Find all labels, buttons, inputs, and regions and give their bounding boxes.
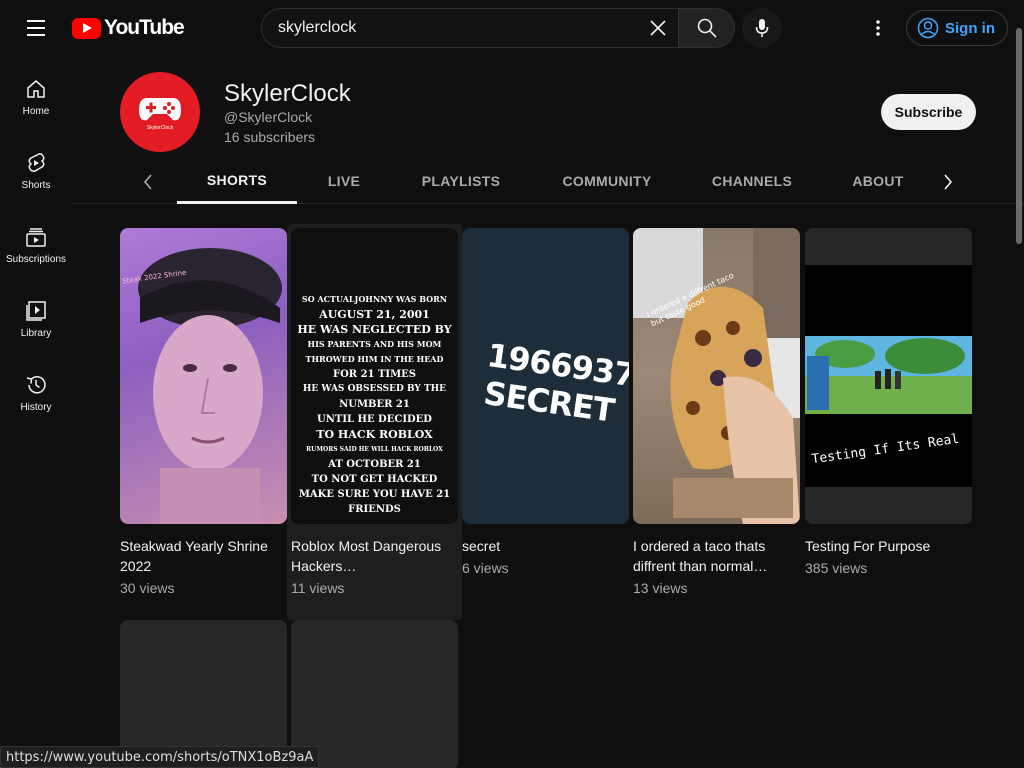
short-views: 6 views <box>462 560 509 576</box>
sidebar-item-subscriptions[interactable]: Subscriptions <box>0 204 72 278</box>
thumbnail-text-line: AUGUST 21, 2001 <box>319 308 430 321</box>
game-scene-illustration <box>805 336 972 414</box>
shorts-icon <box>28 153 45 172</box>
thumbnail-text-line: FRIENDS <box>348 504 401 515</box>
sidebar-item-home[interactable]: Home <box>0 56 72 130</box>
sidebar-item-label: Library <box>20 328 52 339</box>
sidebar-item-library[interactable]: Library <box>0 278 72 352</box>
channel-name: SkylerClock <box>224 80 351 107</box>
short-views: 13 views <box>633 580 688 596</box>
short-title[interactable]: Steakwad Yearly Shrine 2022 <box>120 536 280 576</box>
short-thumbnail[interactable]: SO ACTUALJOHNNY WAS BORN AUGUST 21, 2001 H… <box>291 228 458 524</box>
top-bar: YouTube Sign in <box>0 0 1024 56</box>
sidebar-item-label: Shorts <box>21 180 51 191</box>
thumbnail-text-line: HE WAS OBSESSED BY THE <box>302 384 447 394</box>
channel-avatar[interactable]: SkylerClock <box>120 72 200 152</box>
sidebar: Home Shorts Subscriptions Library Histor… <box>0 56 72 768</box>
face-illustration <box>138 248 282 524</box>
tab-playlists[interactable]: PLAYLISTS <box>405 158 517 204</box>
home-icon <box>27 80 45 98</box>
subscribe-button[interactable]: Subscribe <box>881 94 976 130</box>
sign-in-label: Sign in <box>945 19 995 37</box>
scrollbar-thumb[interactable] <box>1016 28 1022 244</box>
thumbnail-text-line: TO HACK ROBLOX <box>316 428 433 441</box>
sidebar-item-history[interactable]: History <box>0 352 72 426</box>
tab-channels[interactable]: CHANNELS <box>694 158 810 204</box>
thumbnail-text-block: SO ACTUALJOHNNY WAS BORN AUGUST 21, 2001 H… <box>297 292 451 517</box>
taco-illustration <box>633 228 800 524</box>
tab-live[interactable]: LIVE <box>309 158 379 204</box>
thumbnail-text-line: UNTIL HE DECIDED <box>317 414 432 425</box>
tab-community[interactable]: COMMUNITY <box>542 158 672 204</box>
short-thumbnail[interactable]: Steak 2022 Shrine <box>120 228 287 524</box>
search-input[interactable] <box>278 19 638 37</box>
sidebar-item-label: Subscriptions <box>5 254 67 265</box>
thumbnail-text-line: THROWED HIM IN THE HEAD <box>305 354 444 364</box>
youtube-logo[interactable]: YouTube <box>72 16 185 40</box>
channel-handle: @SkylerClock <box>224 109 313 125</box>
search-bar <box>261 8 735 48</box>
gamepad-icon <box>139 97 181 120</box>
sidebar-item-label: History <box>20 402 52 413</box>
short-title[interactable]: secret <box>462 536 622 556</box>
short-item[interactable]: Steak 2022 Shrine Steakwad Yearly Shrine… <box>120 228 287 596</box>
youtube-play-icon <box>72 17 101 39</box>
short-item[interactable]: 1966937 SECRET secret 6 views <box>462 228 629 576</box>
microphone-icon <box>755 19 769 37</box>
voice-search-button[interactable] <box>742 8 782 48</box>
tab-about[interactable]: ABOUT <box>838 158 918 204</box>
short-thumbnail[interactable]: Testing If Its Real <box>805 228 972 524</box>
sign-in-button[interactable]: Sign in <box>906 10 1008 46</box>
search-button[interactable] <box>678 8 735 48</box>
avatar-text: SkylerClock <box>146 124 174 131</box>
short-views: 30 views <box>120 580 175 596</box>
short-views: 385 views <box>805 560 868 576</box>
thumbnail-text-line: RUMORS SAID HE WILL HACK ROBLOX <box>306 446 443 453</box>
thumbnail-text-line: TO NOT GET HACKED <box>311 474 438 485</box>
clear-search-icon[interactable] <box>638 8 678 48</box>
logo-text: YouTube <box>104 16 185 39</box>
short-title[interactable]: I ordered a taco thats diffrent than nor… <box>633 536 793 576</box>
short-thumbnail[interactable]: I ordered a diffrent taco but taste good <box>633 228 800 524</box>
tab-shorts[interactable]: SHORTS <box>177 158 297 204</box>
history-icon <box>26 376 46 394</box>
library-icon <box>26 301 46 321</box>
subscriptions-icon <box>26 228 46 247</box>
account-icon <box>917 17 939 39</box>
tabs-scroll-left-icon[interactable] <box>136 170 160 194</box>
thumbnail-text-line: MAKE SURE YOU HAVE 21 <box>298 489 451 500</box>
menu-icon[interactable] <box>18 14 54 42</box>
channel-tabs: SHORTS LIVE PLAYLISTS COMMUNITY CHANNELS… <box>72 158 1024 204</box>
search-box[interactable] <box>261 8 678 48</box>
thumbnail-text-line: FOR 21 TIMES <box>332 369 417 380</box>
thumbnail-text-line: AT OCTOBER 21 <box>328 459 421 470</box>
sidebar-item-shorts[interactable]: Shorts <box>0 130 72 204</box>
short-thumbnail[interactable]: 1966937 SECRET <box>462 228 629 524</box>
thumbnail-text-line: NUMBER 21 <box>339 399 410 410</box>
thumbnail-text-line: HIS PARENTS AND HIS MOM <box>307 339 442 349</box>
sidebar-item-label: Home <box>22 106 50 117</box>
short-item[interactable]: I ordered a diffrent taco but taste good… <box>633 228 800 596</box>
short-item[interactable]: SO ACTUALJOHNNY WAS BORN AUGUST 21, 2001 H… <box>291 228 458 596</box>
short-title[interactable]: Testing For Purpose <box>805 536 965 556</box>
subscriber-count: 16 subscribers <box>224 129 316 145</box>
thumbnail-text-line: SO ACTUALJOHNNY WAS BORN <box>301 294 448 304</box>
thumbnail-text-line: HE WAS NEGLECTED BY <box>297 323 452 336</box>
link-status-bar: https://www.youtube.com/shorts/oTNX1oBz9… <box>0 746 320 768</box>
short-item[interactable]: Testing If Its Real Testing For Purpose … <box>805 228 972 576</box>
more-options-icon[interactable] <box>862 12 894 44</box>
search-icon <box>697 18 717 38</box>
short-views: 11 views <box>291 580 345 596</box>
tabs-scroll-right-icon[interactable] <box>936 170 960 194</box>
short-title[interactable]: Roblox Most Dangerous Hackers… <box>291 536 451 576</box>
